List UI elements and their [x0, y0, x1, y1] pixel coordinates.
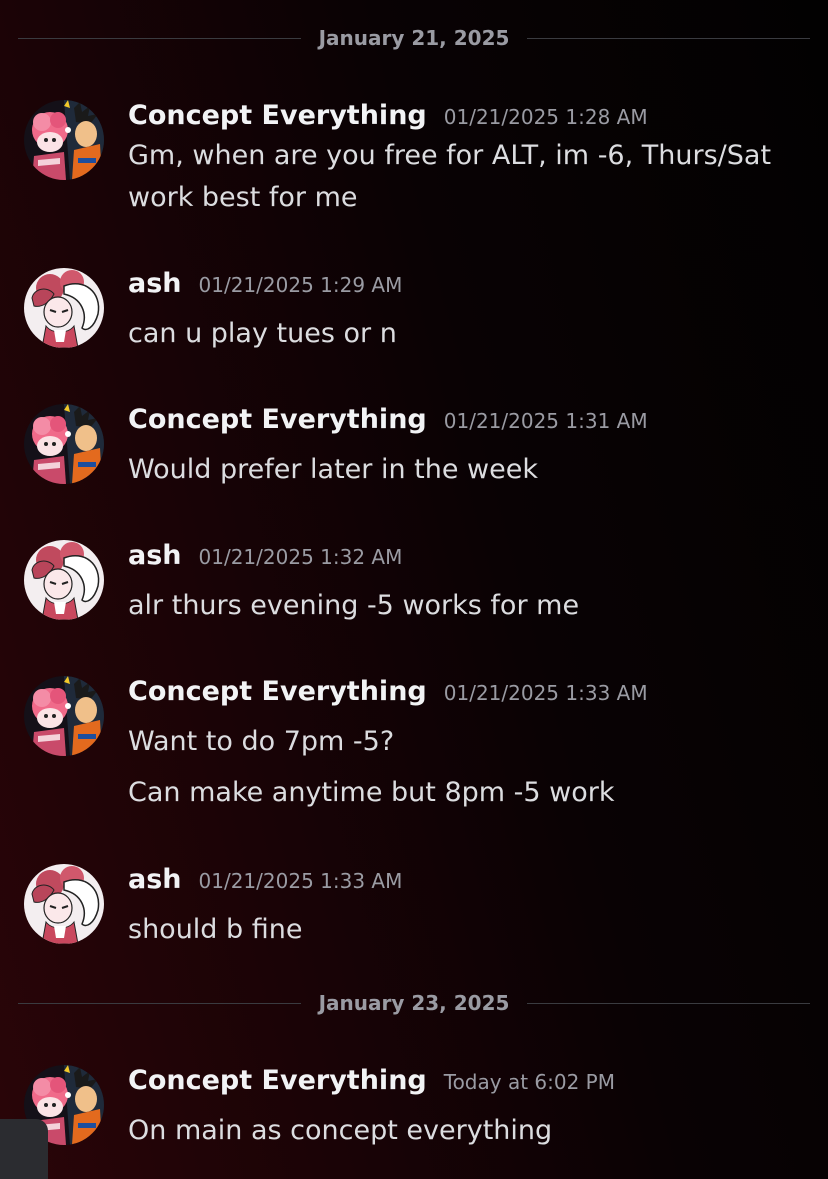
pink-character-avatar-icon[interactable]: [24, 540, 104, 620]
message-text: should b fine: [128, 914, 303, 945]
message-header: Concept Everything 01/21/2025 1:31 AM: [128, 404, 648, 440]
message-text: alr thurs evening -5 works for me: [128, 590, 580, 621]
message-timestamp: 01/21/2025 1:31 AM: [443, 409, 648, 433]
divider-line: [527, 37, 810, 39]
message-timestamp: 01/21/2025 1:32 AM: [198, 545, 403, 569]
author-name[interactable]: ash: [128, 268, 182, 299]
goku-collage-avatar-icon[interactable]: [24, 404, 104, 484]
message-text: Can make anytime but 8pm -5 work: [128, 777, 615, 808]
divider-line: [18, 37, 301, 39]
author-name[interactable]: Concept Everything: [128, 100, 427, 131]
date-divider: January 23, 2025: [18, 991, 810, 1015]
message-header: ash 01/21/2025 1:32 AM: [128, 540, 402, 576]
message-timestamp: 01/21/2025 1:28 AM: [443, 105, 648, 129]
divider-line: [18, 1002, 301, 1004]
author-name[interactable]: Concept Everything: [128, 404, 427, 435]
message-timestamp: 01/21/2025 1:29 AM: [198, 273, 403, 297]
goku-collage-avatar-icon[interactable]: [24, 676, 104, 756]
message-header: ash 01/21/2025 1:33 AM: [128, 864, 402, 900]
divider-date: January 21, 2025: [318, 26, 510, 50]
message-text: work best for me: [128, 182, 358, 213]
divider-line: [527, 1002, 810, 1004]
date-divider: January 21, 2025: [18, 26, 810, 50]
author-name[interactable]: Concept Everything: [128, 1065, 427, 1096]
message-timestamp: Today at 6:02 PM: [443, 1070, 615, 1094]
message-text: Gm, when are you free for ALT, im -6, Th…: [128, 140, 772, 171]
pink-character-avatar-icon[interactable]: [24, 864, 104, 944]
message-text: Would prefer later in the week: [128, 454, 538, 485]
author-name[interactable]: ash: [128, 540, 182, 571]
author-name[interactable]: ash: [128, 864, 182, 895]
message-header: Concept Everything 01/21/2025 1:28 AM: [128, 100, 648, 136]
author-name[interactable]: Concept Everything: [128, 676, 427, 707]
message-header: ash 01/21/2025 1:29 AM: [128, 268, 402, 304]
message-timestamp: 01/21/2025 1:33 AM: [198, 869, 403, 893]
message-text: Want to do 7pm -5?: [128, 726, 395, 757]
message-timestamp: 01/21/2025 1:33 AM: [443, 681, 648, 705]
message-text: On main as concept everything: [128, 1115, 553, 1146]
pink-character-avatar-icon[interactable]: [24, 268, 104, 348]
divider-date: January 23, 2025: [318, 991, 510, 1015]
message-header: Concept Everything 01/21/2025 1:33 AM: [128, 676, 648, 712]
message-header: Concept Everything Today at 6:02 PM: [128, 1065, 615, 1101]
goku-collage-avatar-icon[interactable]: [24, 100, 104, 180]
collapsed-panel-tab[interactable]: [0, 1119, 48, 1179]
message-text: can u play tues or n: [128, 318, 397, 349]
